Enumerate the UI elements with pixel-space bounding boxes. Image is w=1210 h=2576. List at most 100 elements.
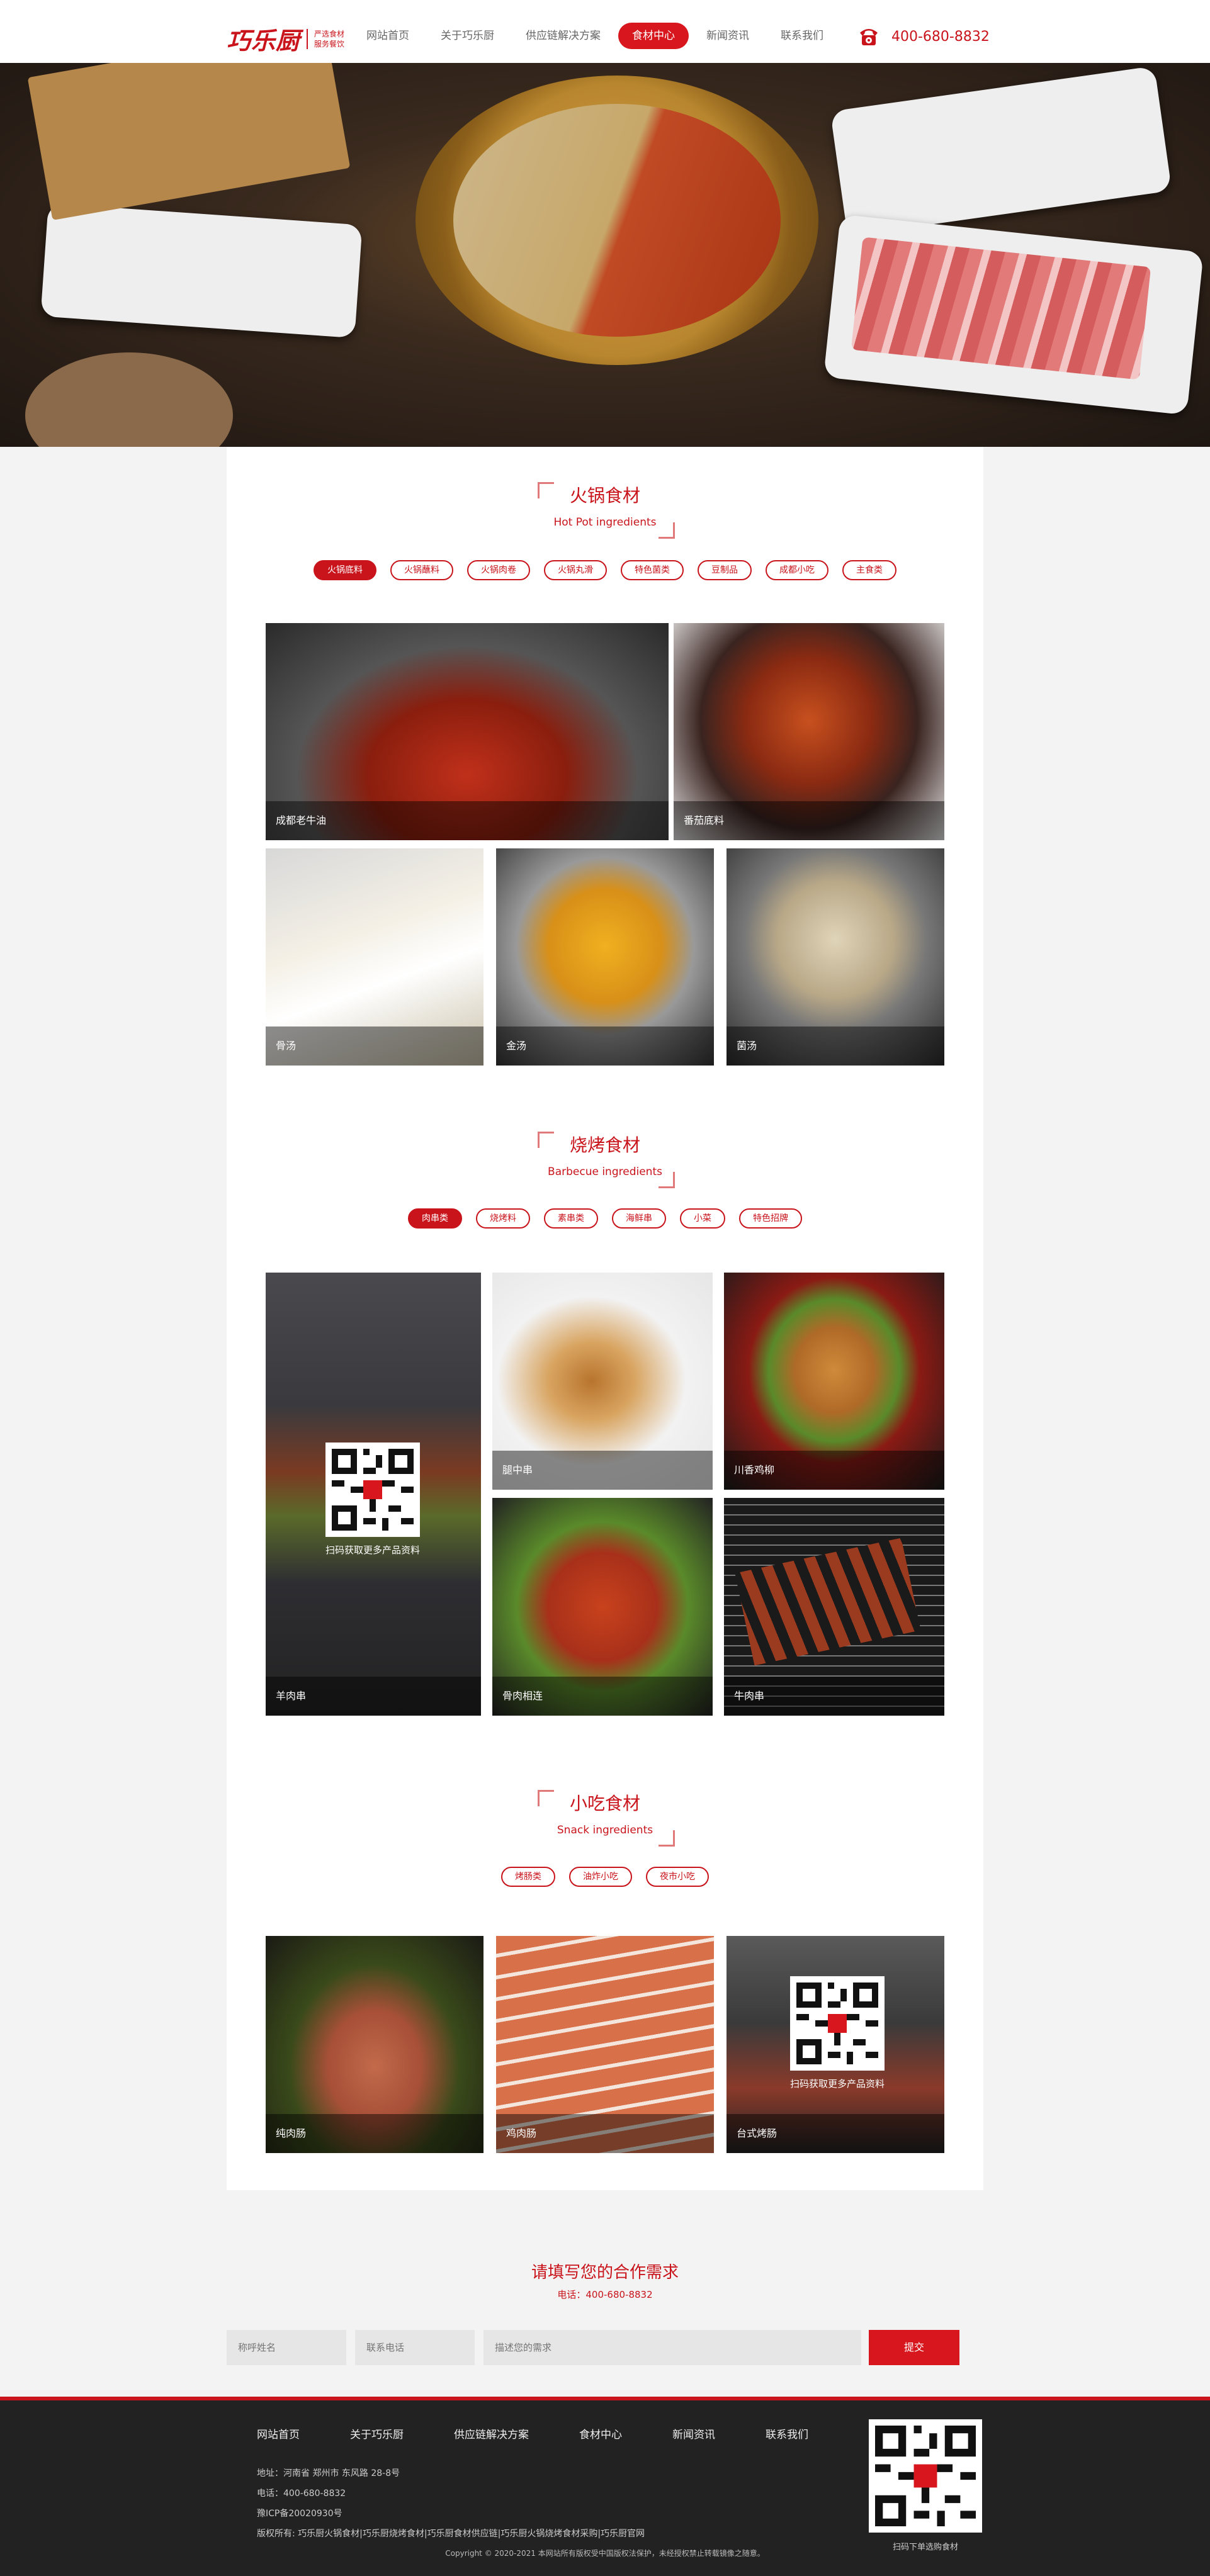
tab-bbq-seafood[interactable]: 海鲜串 bbox=[612, 1208, 666, 1229]
contact-phone: 电话：400-680-8832 bbox=[557, 2289, 653, 2300]
product-card[interactable]: 骨汤 bbox=[266, 848, 483, 1066]
tab-bbq-meat[interactable]: 肉串类 bbox=[408, 1208, 462, 1229]
title-bracket-right bbox=[659, 1172, 675, 1188]
product-card[interactable]: 扫码获取更多产品资料 台式烤肠 bbox=[727, 1936, 944, 2153]
site-header: 巧乐厨 严选食材 服务餐饮 网站首页 关于巧乐厨 供应链解决方案 食材中心 新闻… bbox=[0, 0, 1210, 63]
product-card[interactable]: 鸡肉肠 bbox=[496, 1936, 714, 2153]
bbq-title-cn: 烧烤食材 bbox=[569, 1135, 640, 1156]
product-card[interactable]: 骨肉相连 bbox=[492, 1498, 713, 1716]
qr-pattern bbox=[875, 2426, 976, 2526]
tab-snack-night-market[interactable]: 夜市小吃 bbox=[646, 1867, 709, 1887]
footer-icp[interactable]: 豫ICP备20020930号 bbox=[257, 2504, 645, 2524]
product-caption: 番茄底料 bbox=[674, 801, 944, 840]
product-caption: 羊肉串 bbox=[266, 1677, 481, 1716]
product-card[interactable]: 番茄底料 bbox=[674, 623, 944, 840]
title-bracket-right bbox=[659, 522, 675, 539]
product-caption: 腿中串 bbox=[492, 1451, 713, 1490]
tab-bbq-sides[interactable]: 小菜 bbox=[680, 1208, 725, 1229]
tab-hotpot-base[interactable]: 火锅底料 bbox=[314, 560, 376, 580]
tab-hotpot-staple[interactable]: 主食类 bbox=[842, 560, 896, 580]
tab-hotpot-snacks[interactable]: 成都小吃 bbox=[766, 560, 828, 580]
needs-field[interactable] bbox=[483, 2330, 861, 2365]
qr-label: 扫码获取更多产品资料 bbox=[325, 1544, 420, 1556]
logo-tagline-line2: 服务餐饮 bbox=[314, 39, 345, 48]
footer-nav-contact[interactable]: 联系我们 bbox=[766, 2426, 808, 2441]
logo[interactable]: 巧乐厨 严选食材 服务餐饮 bbox=[227, 21, 344, 56]
product-card[interactable]: 成都老牛油 bbox=[266, 623, 669, 840]
tab-hotpot-dip[interactable]: 火锅蘸料 bbox=[390, 560, 453, 580]
tab-hotpot-balls[interactable]: 火锅丸滑 bbox=[544, 560, 607, 580]
logo-divider bbox=[307, 28, 308, 49]
footer-nav-ingredients[interactable]: 食材中心 bbox=[579, 2426, 622, 2441]
tab-hotpot-meat-roll[interactable]: 火锅肉卷 bbox=[467, 560, 530, 580]
hotpot-title-en: Hot Pot ingredients bbox=[553, 516, 657, 529]
product-card[interactable]: 牛肉串 bbox=[724, 1498, 944, 1716]
tab-hotpot-tofu[interactable]: 豆制品 bbox=[698, 560, 752, 580]
nav-item-supply-chain[interactable]: 供应链解决方案 bbox=[512, 23, 614, 49]
product-caption: 鸡肉肠 bbox=[496, 2114, 714, 2153]
product-card[interactable]: 金汤 bbox=[496, 848, 714, 1066]
nav-item-ingredients[interactable]: 食材中心 bbox=[618, 23, 689, 49]
product-caption: 菌汤 bbox=[727, 1026, 944, 1066]
product-card[interactable]: 纯肉肠 bbox=[266, 1936, 483, 2153]
logo-wordmark: 巧乐厨 bbox=[227, 27, 301, 55]
banner-tray bbox=[27, 63, 351, 220]
nav-item-news[interactable]: 新闻资讯 bbox=[693, 23, 763, 49]
product-card[interactable]: 扫码获取更多产品资料 羊肉串 bbox=[266, 1273, 481, 1716]
submit-button[interactable]: 提交 bbox=[869, 2330, 959, 2365]
snack-tabs: 烤肠类 油炸小吃 夜市小吃 bbox=[227, 1867, 983, 1887]
product-caption: 纯肉肠 bbox=[266, 2114, 483, 2153]
snack-title-cn: 小吃食材 bbox=[569, 1793, 640, 1814]
phone-icon bbox=[860, 29, 878, 45]
product-card[interactable]: 菌汤 bbox=[727, 848, 944, 1066]
footer-nav-supply-chain[interactable]: 供应链解决方案 bbox=[454, 2426, 529, 2441]
banner-veg-bowl bbox=[25, 352, 233, 447]
contact-form-section: 请填写您的合作需求 电话：400-680-8832 提交 bbox=[0, 2190, 1210, 2398]
contact-title: 请填写您的合作需求 bbox=[531, 2263, 679, 2282]
tab-snack-sausage[interactable]: 烤肠类 bbox=[501, 1867, 555, 1887]
hotpot-section-title: 火锅食材 Hot Pot ingredients bbox=[227, 482, 983, 539]
footer-copyright: Copyright © 2020-2021 本网站所有版权受中国版权法保护，未经… bbox=[445, 2549, 765, 2558]
product-caption: 台式烤肠 bbox=[727, 2114, 944, 2153]
name-field[interactable] bbox=[227, 2330, 346, 2365]
tab-hotpot-mushroom[interactable]: 特色菌类 bbox=[621, 560, 684, 580]
footer-phone: 电话：400-680-8832 bbox=[257, 2489, 346, 2499]
title-bracket-left bbox=[538, 482, 554, 498]
site-footer: 网站首页 关于巧乐厨 供应链解决方案 食材中心 新闻资讯 联系我们 地址：河南省… bbox=[0, 2397, 1210, 2576]
product-card[interactable]: 腿中串 bbox=[492, 1273, 713, 1490]
product-caption: 骨肉相连 bbox=[492, 1677, 713, 1716]
footer-info: 地址：河南省 郑州市 东风路 28-8号 电话：400-680-8832 豫IC… bbox=[257, 2463, 645, 2544]
footer-nav-home[interactable]: 网站首页 bbox=[257, 2426, 300, 2441]
tab-bbq-veg[interactable]: 素串类 bbox=[544, 1208, 598, 1229]
main-nav: 网站首页 关于巧乐厨 供应链解决方案 食材中心 新闻资讯 联系我们 bbox=[353, 23, 841, 49]
nav-item-home[interactable]: 网站首页 bbox=[353, 23, 423, 49]
hotline-number: 400-680-8832 bbox=[891, 28, 990, 45]
snack-section-title: 小吃食材 Snack ingredients bbox=[227, 1790, 983, 1847]
product-caption: 牛肉串 bbox=[724, 1677, 944, 1716]
hotline: 400-680-8832 bbox=[856, 24, 990, 49]
ingredients-content: 火锅食材 Hot Pot ingredients 火锅底料 火锅蘸料 火锅肉卷 … bbox=[227, 447, 983, 2190]
title-bracket-left bbox=[538, 1790, 554, 1806]
qr-pattern bbox=[332, 1449, 414, 1531]
tab-bbq-signature[interactable]: 特色招牌 bbox=[739, 1208, 802, 1229]
hero-banner bbox=[0, 63, 1210, 447]
footer-nav-about[interactable]: 关于巧乐厨 bbox=[350, 2426, 404, 2441]
footer-qr-code bbox=[869, 2419, 982, 2533]
footer-nav-news[interactable]: 新闻资讯 bbox=[672, 2426, 715, 2441]
bbq-section-title: 烧烤食材 Barbecue ingredients bbox=[227, 1132, 983, 1188]
tab-snack-fried[interactable]: 油炸小吃 bbox=[569, 1867, 632, 1887]
qr-pattern bbox=[796, 1983, 878, 2064]
product-caption: 成都老牛油 bbox=[266, 801, 669, 840]
nav-item-contact[interactable]: 联系我们 bbox=[767, 23, 837, 49]
tab-bbq-seasoning[interactable]: 烧烤料 bbox=[476, 1208, 530, 1229]
footer-nav: 网站首页 关于巧乐厨 供应链解决方案 食材中心 新闻资讯 联系我们 bbox=[257, 2426, 859, 2441]
banner-plate-greens bbox=[40, 203, 363, 339]
qr-overlay: 扫码获取更多产品资料 bbox=[316, 1443, 429, 1556]
logo-tagline: 严选食材 服务餐饮 bbox=[314, 29, 344, 49]
nav-item-about[interactable]: 关于巧乐厨 bbox=[427, 23, 508, 49]
product-card[interactable]: 川香鸡柳 bbox=[724, 1273, 944, 1490]
product-caption: 川香鸡柳 bbox=[724, 1451, 944, 1490]
phone-field[interactable] bbox=[355, 2330, 475, 2365]
qr-code bbox=[790, 1976, 885, 2071]
title-bracket-left bbox=[538, 1132, 554, 1148]
